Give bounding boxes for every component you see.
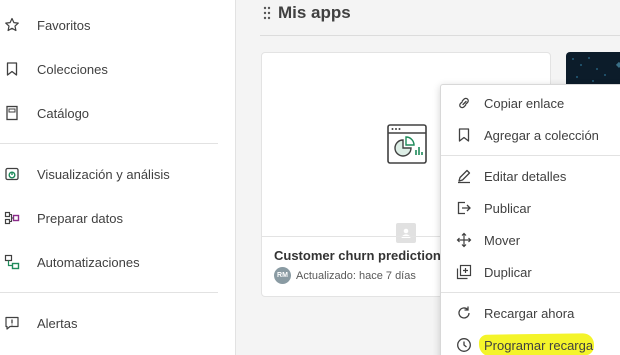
menu-divider xyxy=(441,292,620,293)
drag-handle-icon[interactable] xyxy=(262,5,272,21)
sidebar-item-alertas[interactable]: Alertas xyxy=(0,303,235,343)
sidebar-item-automatizaciones[interactable]: Automatizaciones xyxy=(0,242,235,282)
sidebar-item-colecciones[interactable]: Colecciones xyxy=(0,49,235,89)
sidebar-divider xyxy=(0,143,218,144)
publish-icon xyxy=(455,199,473,217)
menu-item-duplicar[interactable]: Duplicar xyxy=(441,257,620,287)
sidebar-item-label: Favoritos xyxy=(37,17,91,33)
section-header: Mis apps xyxy=(262,2,351,24)
app-updated-info: RM Actualizado: hace 7 días xyxy=(274,267,416,284)
menu-item-label: Copiar enlace xyxy=(484,96,565,111)
alert-icon xyxy=(3,314,21,332)
sidebar-item-label: Visualización y análisis xyxy=(37,166,170,182)
sidebar-item-label: Preparar datos xyxy=(37,210,123,226)
updated-text: Actualizado: hace 7 días xyxy=(296,269,416,282)
star-icon xyxy=(3,16,21,34)
link-icon xyxy=(455,94,473,112)
pencil-icon xyxy=(455,167,473,185)
sidebar: Favoritos Colecciones Catálogo Visualiza… xyxy=(0,0,236,355)
app-sheet-icon xyxy=(386,123,428,165)
menu-item-programar-recarga[interactable]: Programar recarga xyxy=(441,330,620,355)
menu-item-label: Duplicar xyxy=(484,265,532,280)
sidebar-item-label: Alertas xyxy=(37,315,78,331)
move-icon xyxy=(455,231,473,249)
sidebar-item-catalogo[interactable]: Catálogo xyxy=(0,93,235,133)
menu-divider xyxy=(441,155,620,156)
analytics-icon xyxy=(3,165,21,183)
menu-item-recargar-ahora[interactable]: Recargar ahora xyxy=(441,298,620,328)
sidebar-item-label: Catálogo xyxy=(37,105,90,121)
sidebar-item-favoritos[interactable]: Favoritos xyxy=(0,5,235,45)
menu-item-label: Mover xyxy=(484,233,521,248)
automation-icon xyxy=(3,253,21,271)
menu-item-label: Publicar xyxy=(484,201,531,216)
menu-item-label: Agregar a colección xyxy=(484,128,599,143)
menu-item-label: Recargar ahora xyxy=(484,306,575,321)
context-menu: Copiar enlace Agregar a colección Editar… xyxy=(440,84,620,355)
sidebar-divider xyxy=(0,292,218,293)
reload-icon xyxy=(455,304,473,322)
menu-item-agregar-coleccion[interactable]: Agregar a colección xyxy=(441,120,620,150)
catalog-icon xyxy=(3,104,21,122)
sidebar-item-visualizacion[interactable]: Visualización y análisis xyxy=(0,154,235,194)
data-prep-icon xyxy=(3,209,21,227)
app-title[interactable]: Customer churn predictions xyxy=(274,248,448,263)
section-title: Mis apps xyxy=(278,3,351,22)
menu-item-copiar-enlace[interactable]: Copiar enlace xyxy=(441,88,620,118)
owner-placeholder-icon xyxy=(396,223,416,243)
sidebar-item-label: Colecciones xyxy=(37,61,108,77)
duplicate-icon xyxy=(455,263,473,281)
menu-item-label: Programar recarga xyxy=(484,338,594,353)
avatar: RM xyxy=(274,267,291,284)
bookmark-icon xyxy=(455,126,473,144)
sidebar-item-label: Automatizaciones xyxy=(37,254,140,270)
menu-item-mover[interactable]: Mover xyxy=(441,225,620,255)
menu-item-label: Editar detalles xyxy=(484,169,567,184)
thumbnail-graphic-icon: ◆ xyxy=(615,60,620,69)
menu-item-publicar[interactable]: Publicar xyxy=(441,193,620,223)
bookmark-icon xyxy=(3,60,21,78)
sidebar-item-preparar-datos[interactable]: Preparar datos xyxy=(0,198,235,238)
clock-icon xyxy=(455,336,473,354)
section-divider xyxy=(260,35,620,36)
menu-item-editar-detalles[interactable]: Editar detalles xyxy=(441,161,620,191)
